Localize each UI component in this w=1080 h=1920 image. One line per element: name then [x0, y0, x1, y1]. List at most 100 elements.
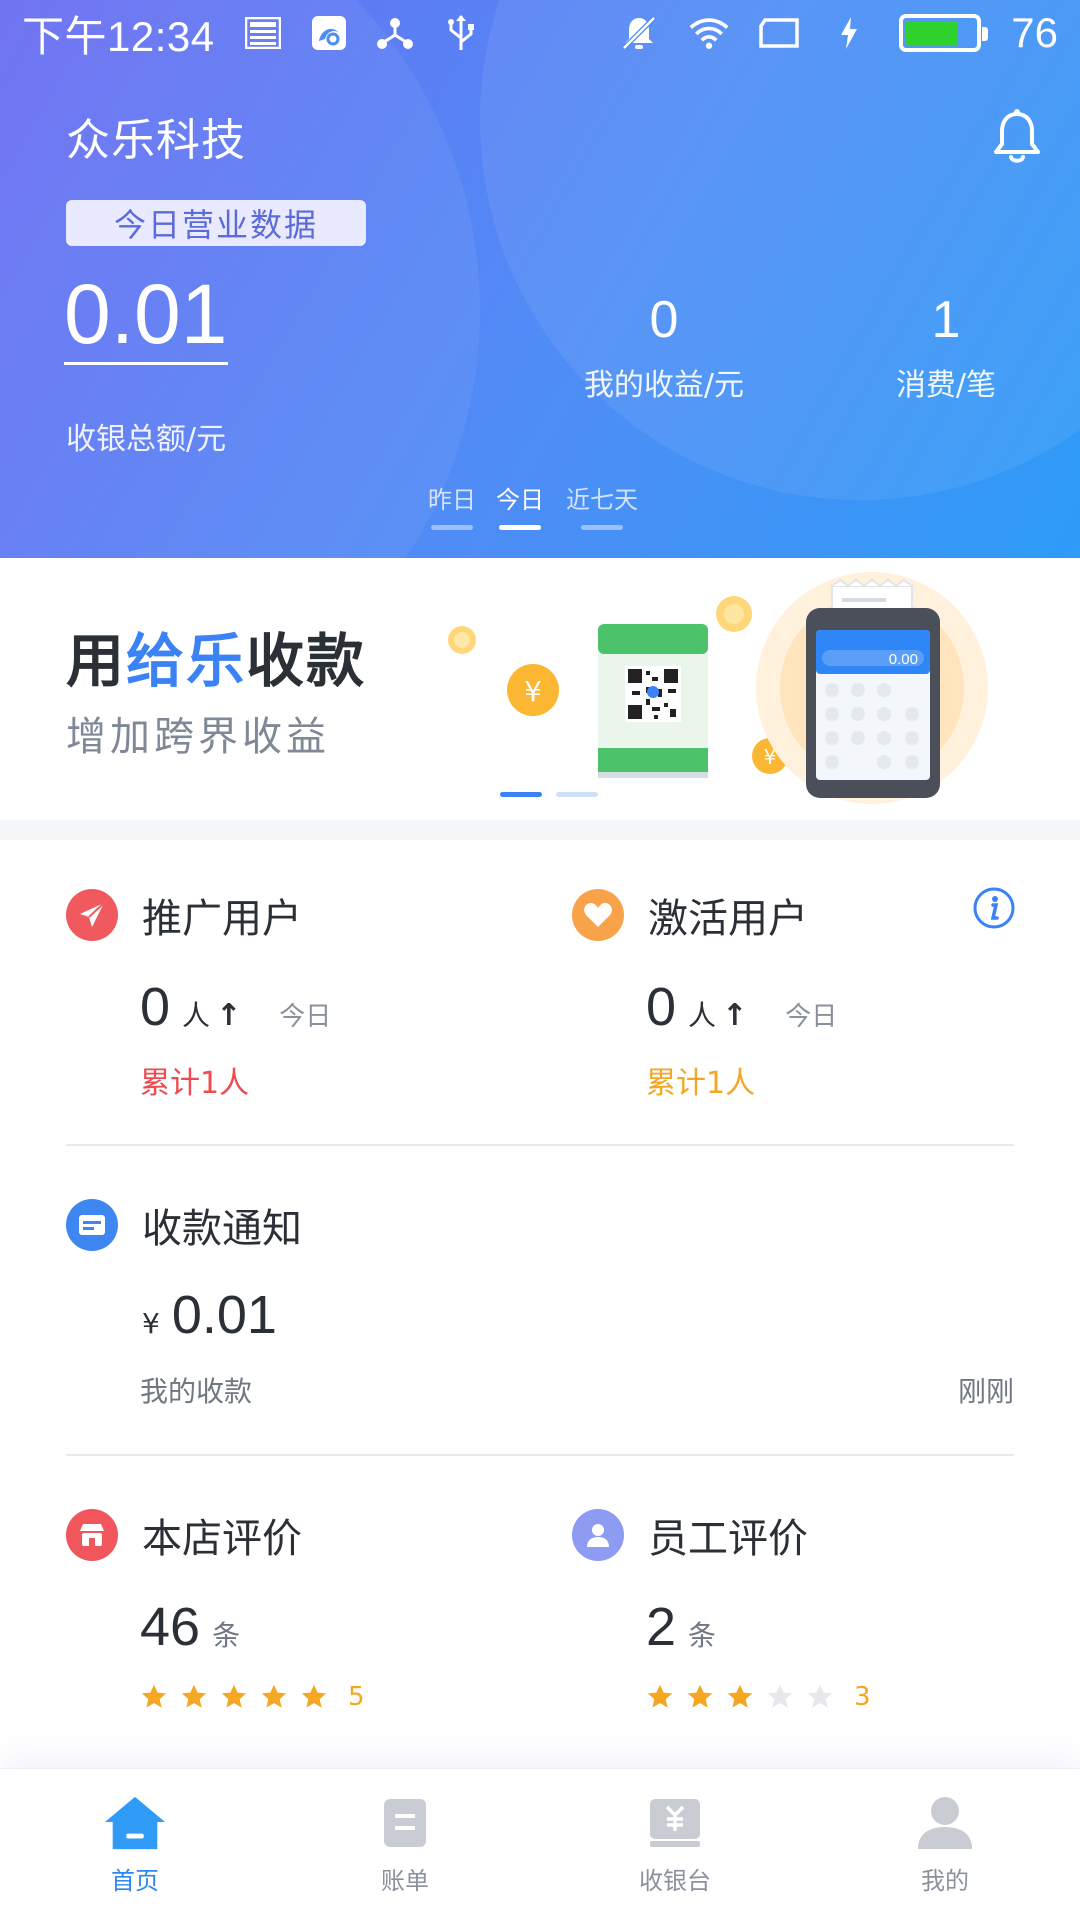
activate-unit: 人	[688, 999, 717, 1032]
bell-icon[interactable]	[992, 108, 1042, 166]
store-review-unit: 条	[212, 1619, 241, 1652]
banner-dot[interactable]	[500, 792, 542, 797]
profile-icon	[913, 1793, 977, 1853]
star-icon	[261, 1684, 287, 1708]
my-earnings-stat[interactable]: 0 我的收益/元	[544, 290, 784, 404]
currency-symbol: ¥	[142, 1307, 160, 1340]
staff-rating-stars: 3	[646, 1682, 871, 1712]
range-indicator	[581, 525, 623, 530]
stat-value: 0	[649, 291, 679, 349]
total-amount-label: 收银总额/元	[66, 422, 227, 457]
star-icon	[221, 1684, 247, 1708]
heart-icon	[572, 889, 624, 941]
tab-label: 首页	[111, 1867, 159, 1895]
payment-value: 0.01	[171, 1285, 277, 1345]
staff-review-title: 员工评价	[648, 1516, 808, 1562]
promo-banner[interactable]: 用给乐收款 增加跨界收益 ¥ ¥ 0.00	[0, 558, 1080, 820]
star-icon	[141, 1684, 167, 1708]
arrow-up-icon: ↑	[216, 998, 242, 1033]
star-icon	[767, 1684, 793, 1708]
activate-count: 0	[646, 977, 677, 1037]
banner-title-prefix: 用	[66, 627, 127, 695]
banner-pagination	[500, 792, 598, 797]
usb-icon	[441, 13, 481, 53]
range-tab-today[interactable]: 今日	[496, 480, 544, 530]
news-icon	[243, 13, 283, 53]
divider	[66, 1144, 1014, 1146]
arrow-up-icon: ↑	[722, 998, 748, 1033]
range-indicator	[431, 525, 473, 530]
user-icon	[572, 1509, 624, 1561]
total-amount[interactable]: 0.01	[64, 270, 228, 366]
store-review-metric: 46 条	[140, 1596, 240, 1658]
stat-value: 1	[931, 291, 961, 349]
section-gap	[0, 820, 1080, 840]
range-indicator	[499, 525, 541, 530]
star-icon	[807, 1684, 833, 1708]
payment-notice-title: 收款通知	[142, 1206, 302, 1252]
charging-icon	[829, 13, 869, 53]
stat-label: 消费/笔	[895, 368, 997, 403]
bottom-tab-bar: 首页 账单 收银台 我的	[0, 1768, 1080, 1920]
tab-cashier[interactable]: 收银台	[540, 1769, 810, 1920]
staff-review-card[interactable]: 员工评价	[572, 1506, 808, 1564]
banner-title: 用给乐收款	[66, 614, 366, 698]
status-bar: 下午12:34 76	[0, 0, 1080, 66]
store-review-title: 本店评价	[142, 1516, 302, 1562]
promote-period: 今日	[279, 1002, 332, 1032]
banner-dot[interactable]	[556, 792, 598, 797]
range-label: 昨日	[428, 486, 476, 514]
banner-title-highlight: 给乐	[126, 627, 247, 695]
transactions-stat[interactable]: 1 消费/笔	[826, 290, 1066, 404]
tab-home[interactable]: 首页	[0, 1769, 270, 1920]
store-review-card[interactable]: 本店评价	[66, 1506, 302, 1564]
star-icon	[687, 1684, 713, 1708]
activate-users-title: 激活用户	[648, 896, 808, 942]
divider	[66, 1454, 1014, 1456]
store-icon	[66, 1509, 118, 1561]
tab-label: 收银台	[639, 1867, 711, 1895]
activate-users-card[interactable]: 激活用户	[572, 886, 808, 944]
banner-illustration: ¥ ¥ 0.00	[448, 572, 988, 804]
star-icon	[647, 1684, 673, 1708]
star-icon	[301, 1684, 327, 1708]
share-icon	[375, 13, 415, 53]
range-label: 近七天	[566, 486, 638, 514]
info-icon[interactable]	[972, 886, 1016, 930]
wifi-icon	[689, 13, 729, 53]
range-tab-yesterday[interactable]: 昨日	[428, 480, 476, 530]
banner-title-suffix: 收款	[246, 627, 367, 695]
promote-unit: 人	[182, 999, 211, 1032]
svg-text:¥: ¥	[524, 675, 542, 708]
range-label: 今日	[496, 486, 544, 514]
battery-indicator	[899, 14, 989, 52]
stat-label: 我的收益/元	[583, 368, 745, 403]
uc-browser-icon	[309, 13, 349, 53]
header-panel: 下午12:34 76 众乐科技 今日营业数据 0.01 收银总额/元 0 我的收…	[0, 0, 1080, 558]
tab-bill[interactable]: 账单	[270, 1769, 540, 1920]
mute-icon	[619, 13, 659, 53]
promote-count: 0	[140, 977, 171, 1037]
staff-review-metric: 2 条	[646, 1596, 716, 1658]
staff-rating-score: 3	[854, 1682, 871, 1712]
promote-users-metric: 0 人 ↑ 今日	[140, 976, 331, 1038]
pos-amount: 0.00	[889, 651, 918, 668]
staff-review-count: 2	[646, 1597, 677, 1657]
paper-plane-icon	[66, 889, 118, 941]
status-time: 下午12:34	[22, 12, 215, 60]
star-icon	[181, 1684, 207, 1708]
card-icon	[66, 1199, 118, 1251]
payment-notice-card[interactable]: 收款通知	[66, 1196, 302, 1254]
promote-users-card[interactable]: 推广用户	[66, 886, 302, 944]
company-name: 众乐科技	[66, 115, 246, 166]
home-icon	[103, 1793, 167, 1853]
staff-review-unit: 条	[688, 1619, 717, 1652]
tab-profile[interactable]: 我的	[810, 1769, 1080, 1920]
sim-icon	[759, 13, 800, 53]
today-data-badge: 今日营业数据	[66, 200, 366, 246]
tab-label: 账单	[381, 1867, 429, 1895]
range-tab-seven-days[interactable]: 近七天	[566, 480, 638, 530]
activate-cumulative: 累计1人	[646, 1066, 756, 1101]
decor-circle	[480, 0, 1080, 500]
promote-cumulative: 累计1人	[140, 1066, 250, 1101]
